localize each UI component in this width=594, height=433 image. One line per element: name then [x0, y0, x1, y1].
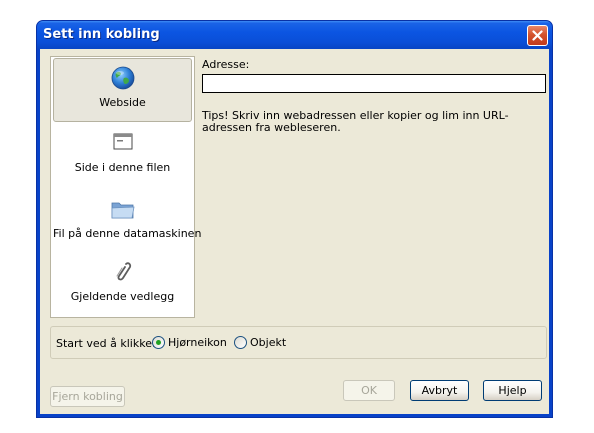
- ok-button[interactable]: OK: [343, 380, 395, 401]
- remove-link-button[interactable]: Fjern kobling: [50, 386, 125, 407]
- nav-item-webpage[interactable]: Webside: [53, 58, 192, 122]
- dialog-body: Webside Side i denne filen Fil på denne …: [40, 49, 549, 414]
- nav-item-label: Webside: [99, 96, 146, 109]
- nav-item-this-computer[interactable]: Fil på denne datamaskinen: [53, 190, 202, 254]
- paperclip-icon: [116, 262, 131, 281]
- title-bar[interactable]: Sett inn kobling: [37, 21, 552, 49]
- start-label: Start ved å klikke:: [56, 337, 156, 350]
- page-window-icon: [113, 133, 132, 150]
- radio-label: Objekt: [250, 336, 287, 349]
- globe-icon: [111, 66, 134, 90]
- help-button[interactable]: Hjelp: [483, 380, 542, 401]
- insert-link-dialog: Sett inn kobling Webside Side i denne fi…: [36, 20, 553, 418]
- close-button[interactable]: [527, 25, 548, 46]
- dialog-title: Sett inn kobling: [43, 27, 160, 42]
- tips-text: Tips! Skriv inn webadressen eller kopier…: [202, 109, 509, 134]
- nav-item-this-file[interactable]: Side i denne filen: [53, 124, 192, 188]
- link-type-panel: Webside Side i denne filen Fil på denne …: [50, 56, 202, 318]
- radio-corner-icon[interactable]: Hjørneikon: [152, 336, 227, 349]
- nav-item-attachment[interactable]: Gjeldende vedlegg: [53, 253, 192, 317]
- radio-label: Hjørneikon: [168, 336, 227, 349]
- radio-object[interactable]: Objekt: [234, 336, 286, 349]
- close-icon: [532, 30, 543, 41]
- folder-icon: [111, 202, 134, 219]
- nav-item-label: Fil på denne datamaskinen: [53, 227, 202, 240]
- address-label: Adresse:: [202, 58, 250, 71]
- cancel-button[interactable]: Avbryt: [410, 380, 469, 401]
- nav-item-label: Gjeldende vedlegg: [70, 290, 175, 303]
- radio-button-checked[interactable]: [152, 336, 165, 349]
- address-input[interactable]: [202, 74, 546, 93]
- start-options-group: Start ved å klikke: Hjørneikon Objekt: [50, 326, 547, 359]
- radio-button[interactable]: [234, 336, 247, 349]
- nav-item-label: Side i denne filen: [74, 161, 171, 174]
